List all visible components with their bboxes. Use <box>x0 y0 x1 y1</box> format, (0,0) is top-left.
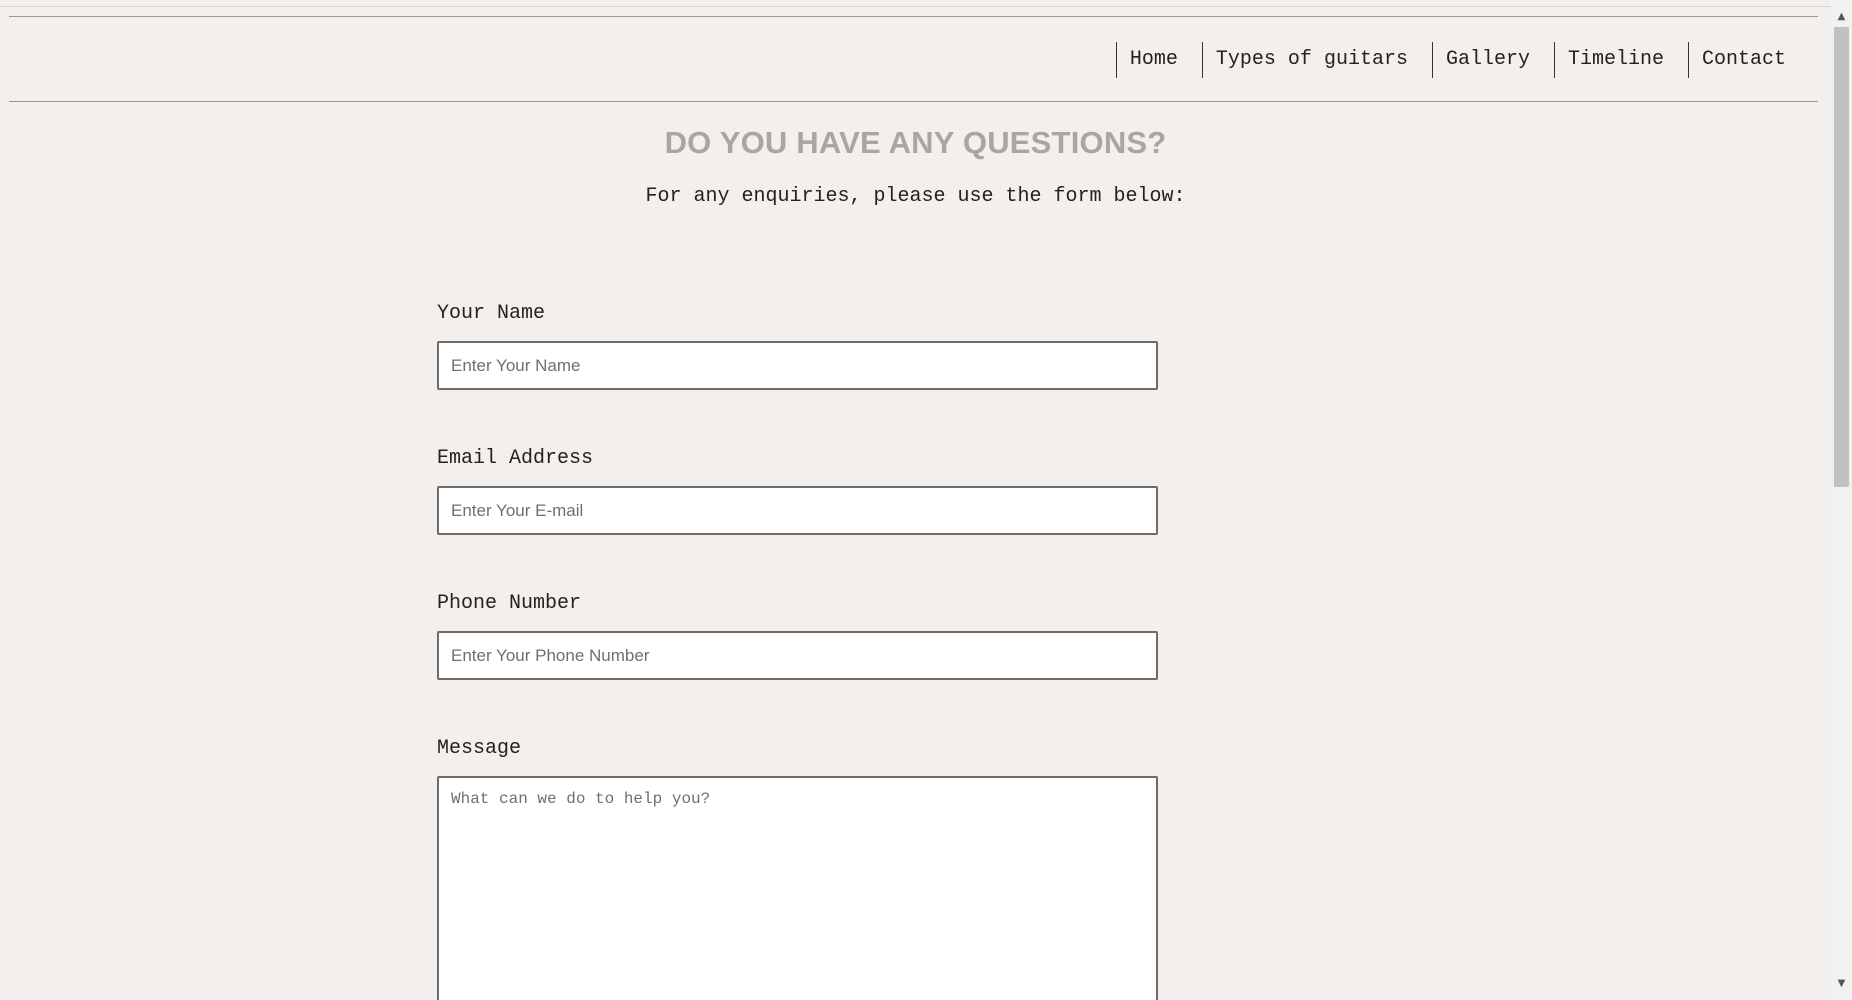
nav-item-gallery[interactable]: Gallery <box>1431 42 1554 78</box>
top-edge <box>0 0 1831 7</box>
nav-item-types-of-guitars[interactable]: Types of guitars <box>1201 42 1432 78</box>
phone-field-group: Phone Number <box>437 590 1159 680</box>
scrollbar-thumb[interactable] <box>1834 27 1849 487</box>
name-input[interactable] <box>437 341 1158 390</box>
message-field-group: Message <box>437 735 1159 1000</box>
main-nav: Home Types of guitars Gallery Timeline C… <box>1115 42 1808 78</box>
email-label: Email Address <box>437 447 594 470</box>
nav-item-contact[interactable]: Contact <box>1687 42 1808 78</box>
phone-input[interactable] <box>437 631 1158 680</box>
name-field-group: Your Name <box>437 300 1159 390</box>
name-label: Your Name <box>437 302 546 325</box>
message-label: Message <box>437 737 522 760</box>
page: Home Types of guitars Gallery Timeline C… <box>0 0 1831 1000</box>
page-subheading: For any enquiries, please use the form b… <box>645 185 1186 208</box>
contact-form: Your Name Email Address Phone Number Mes… <box>437 300 1159 1000</box>
phone-label: Phone Number <box>437 592 582 615</box>
header-nav-bar: Home Types of guitars Gallery Timeline C… <box>9 16 1818 102</box>
scroll-up-arrow-icon[interactable]: ▲ <box>1831 8 1852 25</box>
nav-item-timeline[interactable]: Timeline <box>1553 42 1688 78</box>
nav-item-home[interactable]: Home <box>1115 42 1202 78</box>
email-field-group: Email Address <box>437 445 1159 535</box>
scroll-down-arrow-icon[interactable]: ▼ <box>1831 975 1852 992</box>
page-heading: DO YOU HAVE ANY QUESTIONS? <box>664 125 1167 160</box>
email-input[interactable] <box>437 486 1158 535</box>
vertical-scrollbar[interactable]: ▲ ▼ <box>1831 0 1852 1000</box>
message-textarea[interactable] <box>437 776 1158 1000</box>
